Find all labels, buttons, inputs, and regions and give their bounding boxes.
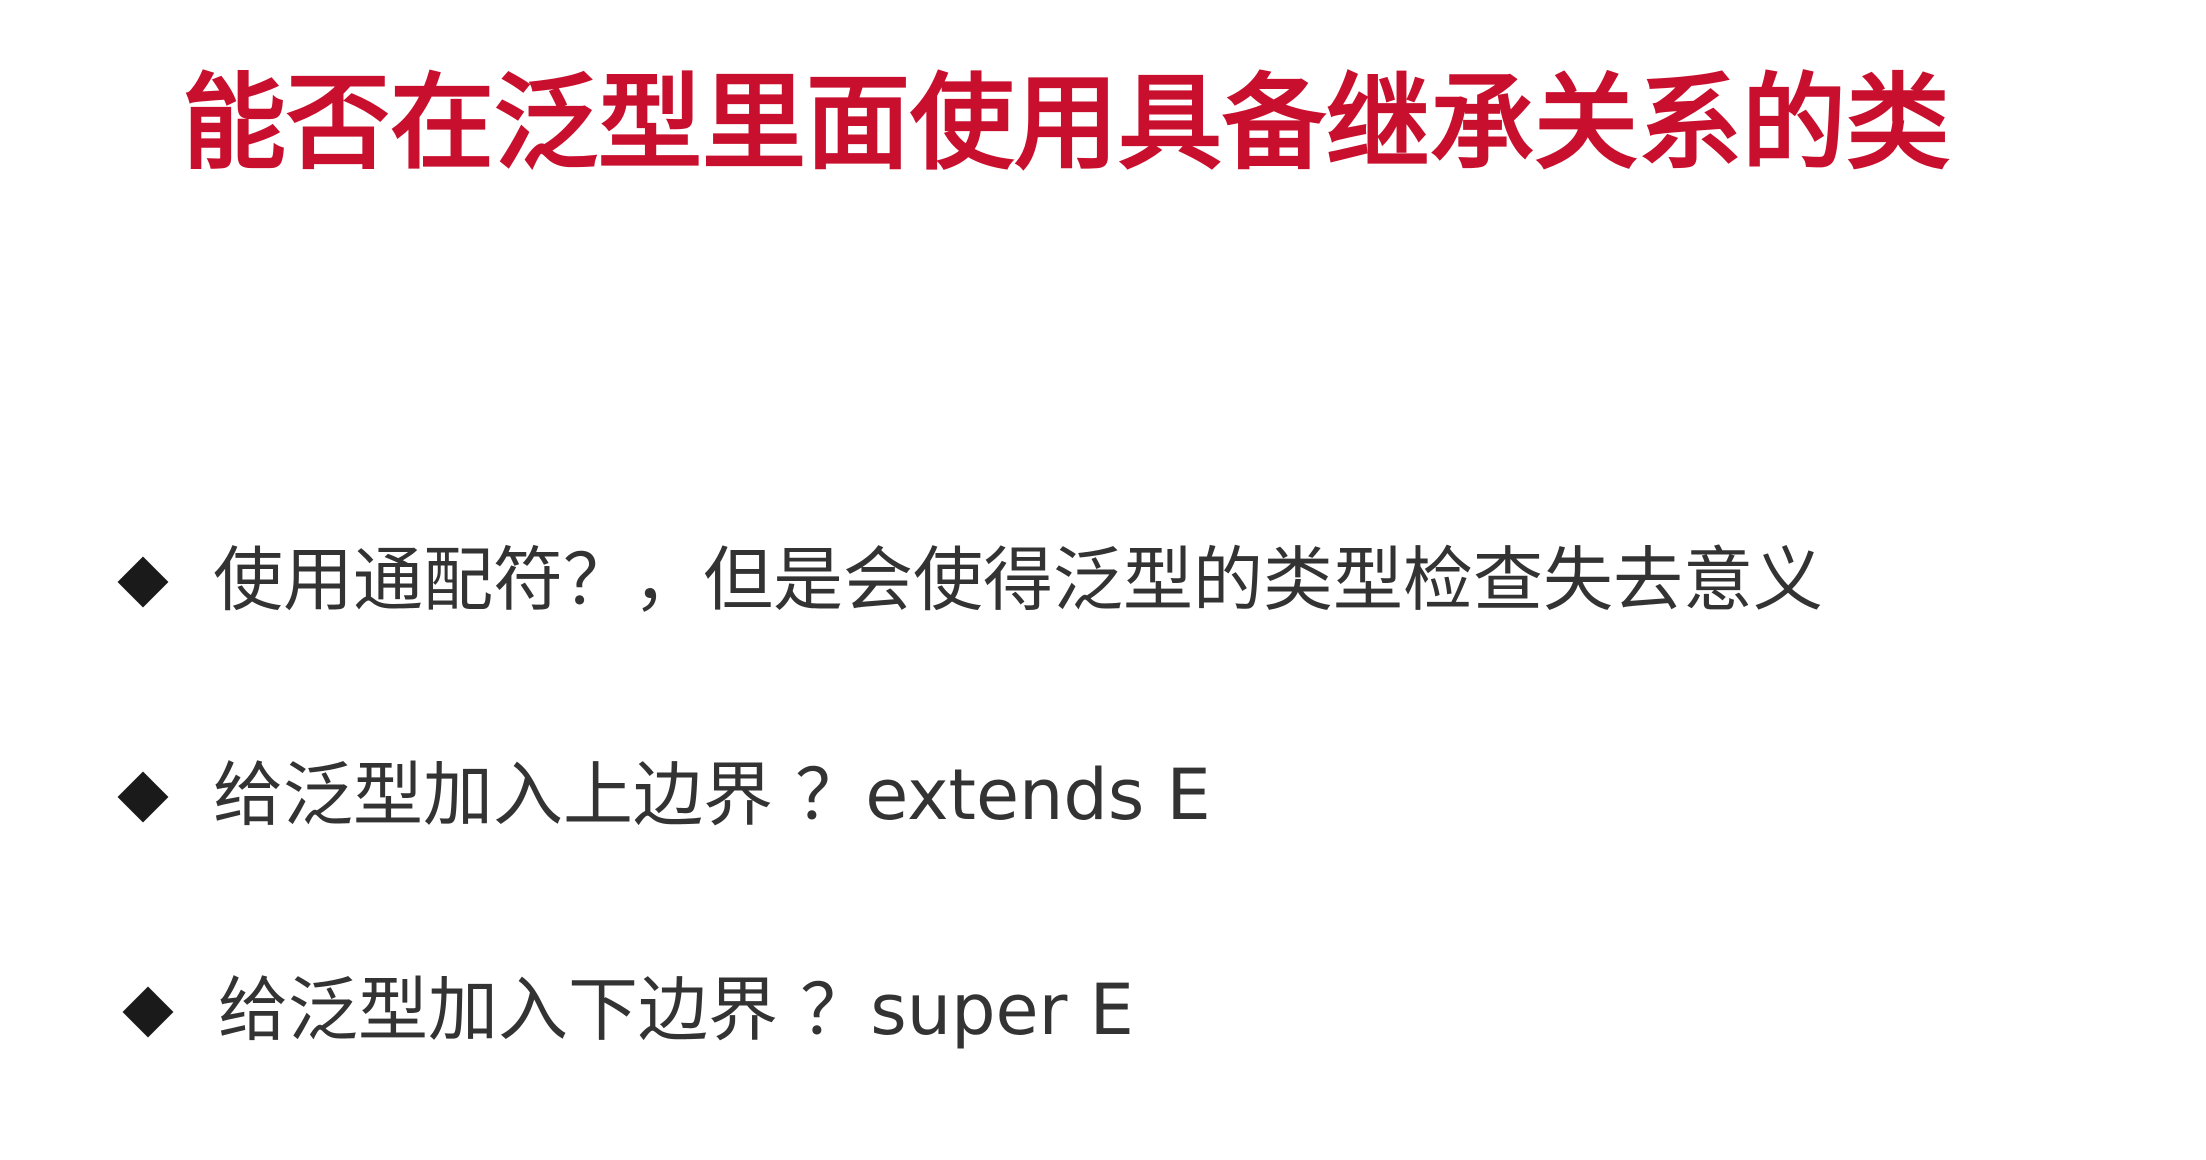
diamond-bullet-icon (117, 556, 169, 608)
diamond-bullet-icon (117, 771, 169, 823)
bullet-text: 给泛型加入上边界 ？extends E (213, 754, 1211, 836)
bullet-text: 给泛型加入下边界 ？super E (218, 969, 1134, 1051)
bullet-text: 使用通配符？，但是会使得泛型的类型检查失去意义 (213, 539, 1823, 621)
slide: 能否在泛型里面使用具备继承关系的类 使用通配符？，但是会使得泛型的类型检查失去意… (0, 0, 2206, 1160)
diamond-bullet-icon (122, 986, 174, 1038)
slide-title: 能否在泛型里面使用具备继承关系的类 (182, 62, 1951, 184)
